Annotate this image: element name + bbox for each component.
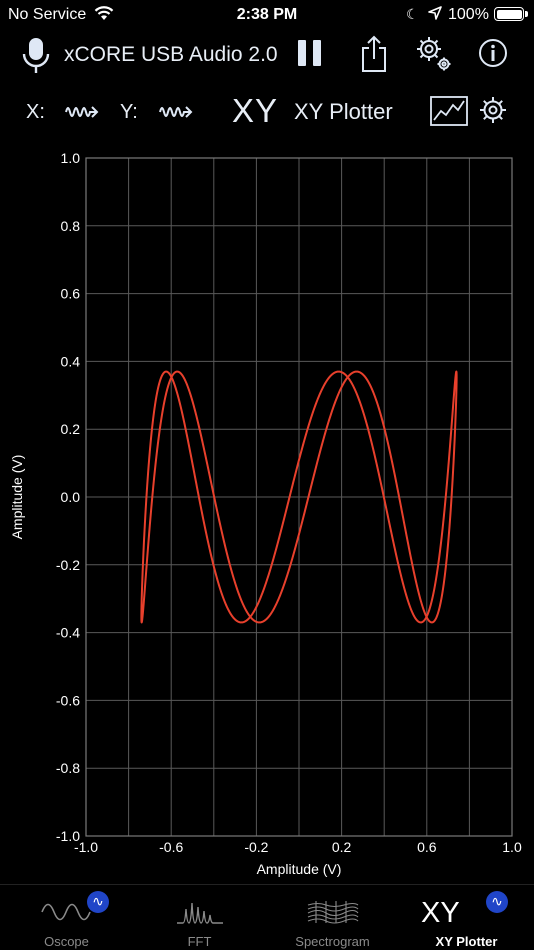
signal-wave-icon[interactable] (158, 100, 198, 124)
tab-oscope[interactable]: ∿ Oscope (0, 885, 133, 950)
pause-button[interactable] (298, 40, 322, 66)
tab-bar: ∿ Oscope FFT Spectrogram XY ∿ XY Plotter (0, 884, 534, 950)
xy-plot[interactable]: 1.00.80.60.40.20.0-0.2-0.4-0.6-0.8-1.0-1… (0, 140, 534, 880)
fft-spectrum-icon (177, 902, 223, 924)
y-tick-label: -0.8 (56, 760, 80, 776)
line-plot-icon[interactable] (430, 96, 468, 126)
carrier-label: No Service (8, 6, 87, 23)
wifi-icon (94, 6, 114, 20)
battery-percent: 100% (448, 6, 489, 23)
y-tick-label: -0.6 (56, 692, 80, 708)
status-bar: No Service 2:38 PM ☾ 100% (0, 0, 534, 28)
tab-spectrogram[interactable]: Spectrogram (266, 885, 399, 950)
xy-icon: XY (421, 897, 460, 929)
x-tick-label: -1.0 (74, 839, 98, 855)
y-tick-label: 0.8 (61, 218, 81, 234)
moon-icon: ☾ (406, 6, 419, 22)
tab-label: FFT (187, 934, 212, 949)
x-axis-label: Amplitude (V) (257, 861, 342, 877)
y-tick-label: -0.4 (56, 625, 80, 641)
info-icon[interactable] (478, 38, 508, 68)
tab-label: XY Plotter (435, 934, 498, 949)
x-channel-label: X: (26, 101, 45, 123)
device-name[interactable]: xCORE USB Audio 2.0 (64, 43, 278, 67)
y-tick-label: 0.2 (61, 421, 81, 437)
y-channel-label: Y: (120, 101, 138, 123)
tab-xy-plotter[interactable]: XY ∿ XY Plotter (400, 885, 533, 950)
y-tick-label: 1.0 (61, 150, 81, 166)
mode-name[interactable]: XY Plotter (294, 99, 393, 125)
tab-label: Oscope (44, 934, 89, 949)
oscope-wave-icon (41, 903, 91, 921)
signal-wave-icon[interactable] (64, 100, 104, 124)
microphone-icon[interactable] (20, 36, 52, 76)
y-tick-label: 0.0 (61, 489, 81, 505)
x-tick-label: 0.2 (332, 839, 352, 855)
tab-fft[interactable]: FFT (133, 885, 266, 950)
badge-icon: ∿ (486, 891, 508, 913)
y-tick-label: 0.6 (61, 286, 81, 302)
x-tick-label: -0.6 (159, 839, 183, 855)
pause-icon (298, 40, 306, 66)
x-tick-label: 0.6 (417, 839, 437, 855)
spectrogram-icon (307, 901, 359, 924)
gear-icon[interactable] (478, 95, 508, 125)
share-icon[interactable] (360, 35, 388, 73)
mode-symbol[interactable]: XY (232, 92, 278, 130)
y-tick-label: 0.4 (61, 353, 81, 369)
x-tick-label: -0.2 (244, 839, 268, 855)
x-tick-label: 1.0 (502, 839, 522, 855)
top-toolbar: xCORE USB Audio 2.0 (0, 30, 534, 78)
battery-icon (494, 7, 528, 21)
tab-label: Spectrogram (295, 934, 370, 949)
y-tick-label: -0.2 (56, 557, 80, 573)
location-arrow-icon (428, 6, 442, 20)
gears-icon[interactable] (414, 34, 454, 74)
badge-icon: ∿ (87, 891, 109, 913)
channel-toolbar: X: Y: XY XY Plotter (0, 86, 534, 136)
y-axis-label: Amplitude (V) (9, 455, 25, 540)
